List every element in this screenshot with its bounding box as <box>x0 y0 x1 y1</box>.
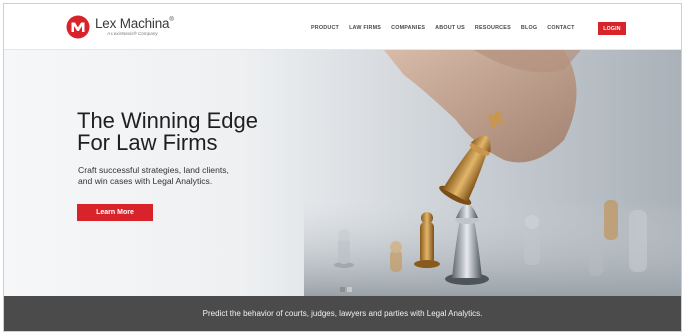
login-button[interactable]: LOGIN <box>598 22 626 35</box>
nav-resources[interactable]: RESOURCES <box>475 25 511 31</box>
nav-companies[interactable]: COMPANIES <box>391 25 425 31</box>
tagline-banner: Predict the behavior of courts, judges, … <box>4 296 681 331</box>
main-nav: PRODUCT LAW FIRMS COMPANIES ABOUT US RES… <box>311 25 585 31</box>
nav-about-us[interactable]: ABOUT US <box>435 25 465 31</box>
brand-subtitle: A LexisNexis® Company <box>107 31 158 37</box>
brand-name: Lex Machina® <box>95 15 174 31</box>
slider-dot-1[interactable] <box>340 287 345 292</box>
banner-text: Predict the behavior of courts, judges, … <box>202 309 483 318</box>
lex-machina-logo-icon <box>66 15 90 39</box>
nav-contact[interactable]: CONTACT <box>547 25 574 31</box>
hero-title: The Winning Edge For Law Firms <box>77 108 258 155</box>
nav-law-firms[interactable]: LAW FIRMS <box>349 25 381 31</box>
slider-dots <box>340 287 354 292</box>
site-header: Lex Machina® A LexisNexis® Company PRODU… <box>4 4 681 50</box>
brand-logo[interactable]: Lex Machina® A LexisNexis® Company <box>66 13 174 41</box>
learn-more-button[interactable]: Learn More <box>77 204 153 221</box>
hero-subtitle: Craft successful strategies, land client… <box>78 165 229 186</box>
nav-blog[interactable]: BLOG <box>521 25 537 31</box>
nav-product[interactable]: PRODUCT <box>311 25 339 31</box>
browser-viewport: Lex Machina® A LexisNexis® Company PRODU… <box>3 3 682 332</box>
hero-section: The Winning Edge For Law Firms Craft suc… <box>4 50 681 296</box>
slider-dot-2[interactable] <box>347 287 352 292</box>
